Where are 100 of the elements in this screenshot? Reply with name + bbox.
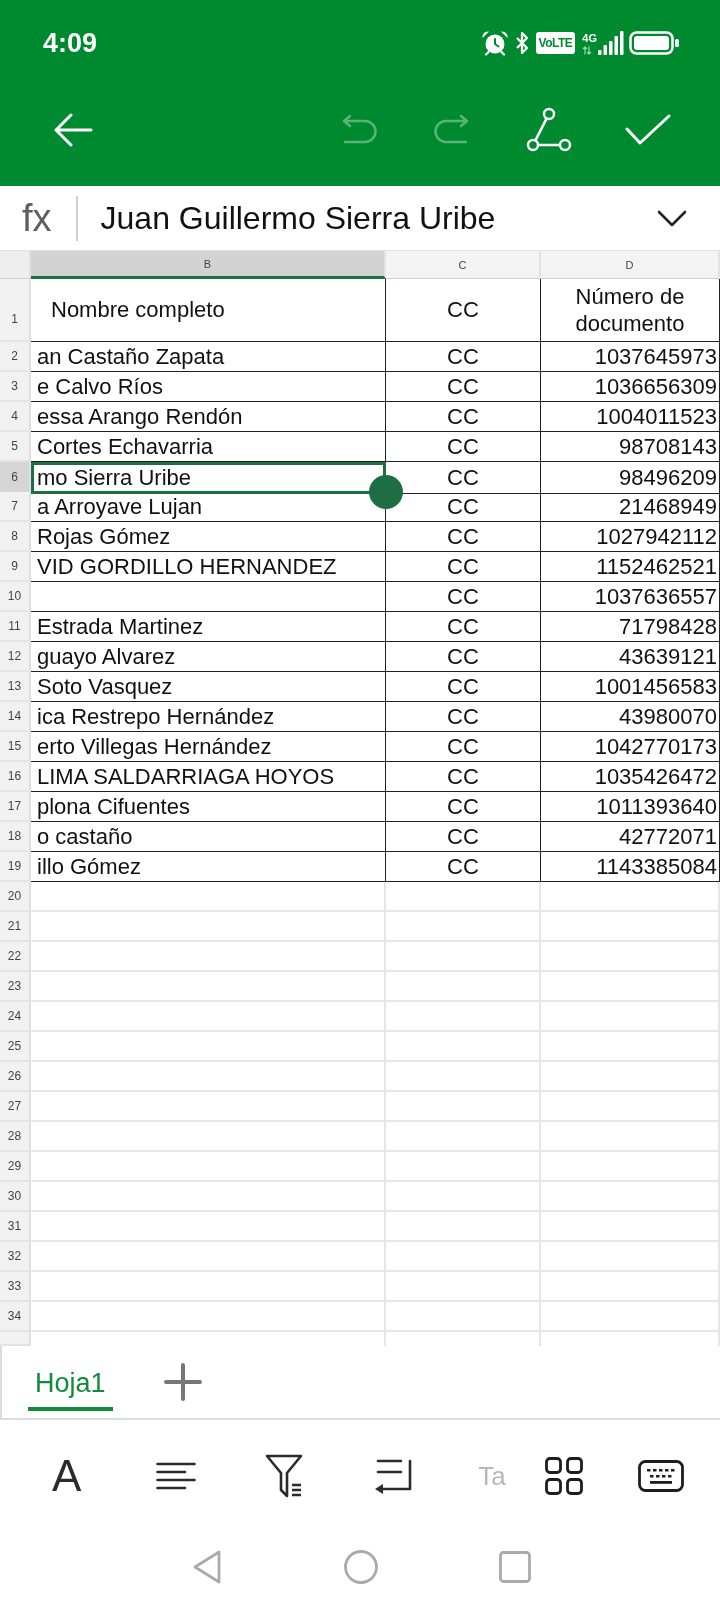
row-header[interactable]: 23 (0, 972, 31, 1002)
battery-icon (629, 31, 679, 55)
column-header[interactable]: C (386, 251, 541, 279)
table-cell: 1037645973 (541, 342, 720, 372)
row-header[interactable]: 8 (0, 522, 31, 552)
four-squares-icon[interactable] (544, 1457, 583, 1495)
row-header[interactable]: 10 (0, 582, 31, 612)
keyboard-icon[interactable] (637, 1460, 684, 1492)
bluetooth-icon (513, 30, 530, 56)
row-header[interactable]: 6 (0, 462, 31, 494)
filter-icon[interactable] (265, 1454, 304, 1498)
table-cell: CC (386, 792, 541, 822)
table-cell: Número de documento (541, 279, 720, 342)
table-cell: CC (386, 642, 541, 672)
row-header[interactable]: 12 (0, 642, 31, 672)
table-cell: Nombre completo (31, 279, 386, 342)
wrap-text-icon[interactable] (373, 1458, 414, 1494)
table-cell: CC (386, 702, 541, 732)
table-cell: CC (386, 552, 541, 582)
row-header[interactable]: 5 (0, 432, 31, 462)
row-header[interactable]: 32 (0, 1242, 31, 1272)
table-cell: CC (386, 852, 541, 882)
checkmark-icon[interactable] (625, 114, 671, 146)
row-header[interactable]: 9 (0, 552, 31, 582)
table-cell: CC (386, 342, 541, 372)
table-cell: 43980070 (541, 702, 720, 732)
row-header[interactable]: 34 (0, 1302, 31, 1332)
table-cell: 1004011523 (541, 402, 720, 432)
align-left-icon[interactable] (156, 1462, 197, 1490)
chevron-down-icon[interactable] (657, 209, 687, 227)
table-cell: 98708143 (541, 432, 720, 462)
row-header[interactable]: 18 (0, 822, 31, 852)
row-header[interactable]: 26 (0, 1062, 31, 1092)
row-header[interactable]: 13 (0, 672, 31, 702)
row-header[interactable]: 27 (0, 1092, 31, 1122)
row-header[interactable]: 17 (0, 792, 31, 822)
table-cell: 71798428 (541, 612, 720, 642)
row-header[interactable]: 24 (0, 1002, 31, 1032)
row-header[interactable]: 31 (0, 1212, 31, 1242)
plus-icon[interactable] (163, 1363, 202, 1401)
row-header[interactable]: 33 (0, 1272, 31, 1302)
table-cell: CC (386, 279, 541, 342)
table-cell: CC (386, 672, 541, 702)
selection-handle-icon[interactable] (369, 475, 403, 509)
row-header[interactable]: 1 (0, 279, 31, 342)
square-recents-icon[interactable] (499, 1551, 531, 1583)
table-cell: ica Restrepo Hernández (31, 702, 386, 732)
status-time: 4:09 (43, 27, 98, 59)
table-cell: 1027942112 (541, 522, 720, 552)
table-cell: 1042770173 (541, 732, 720, 762)
table-cell: Rojas Gómez (31, 522, 386, 552)
table-cell: 98496209 (541, 462, 720, 494)
table-cell: CC (386, 822, 541, 852)
table-cell: 43639121 (541, 642, 720, 672)
row-header[interactable]: 11 (0, 612, 31, 642)
table-cell: 1011393640 (541, 792, 720, 822)
column-header[interactable]: B (31, 251, 386, 279)
table-cell: CC (386, 732, 541, 762)
table-cell: CC (386, 762, 541, 792)
row-header[interactable]: 16 (0, 762, 31, 792)
formula-input[interactable]: Juan Guillermo Sierra Uribe (100, 199, 647, 237)
row-header[interactable]: 2 (0, 342, 31, 372)
table-cell: Soto Vasquez (31, 672, 386, 702)
column-header[interactable]: D (541, 251, 720, 279)
table-cell: 21468949 (541, 492, 720, 522)
network-type-label: 4G (582, 33, 597, 44)
row-header[interactable]: 20 (0, 882, 31, 912)
function-button[interactable]: fx (22, 199, 52, 237)
table-cell: 1152462521 (541, 552, 720, 582)
circle-home-icon[interactable] (344, 1550, 378, 1584)
table-cell: CC (386, 582, 541, 612)
row-header[interactable]: 15 (0, 732, 31, 762)
row-header[interactable]: 28 (0, 1122, 31, 1152)
row-header[interactable]: 30 (0, 1182, 31, 1212)
connected-nodes-icon[interactable] (526, 107, 572, 153)
triangle-back-icon[interactable] (192, 1549, 222, 1585)
table-cell: e Calvo Ríos (31, 372, 386, 402)
table-cell: an Castaño Zapata (31, 342, 386, 372)
row-header[interactable]: 7 (0, 492, 31, 522)
row-header[interactable]: 29 (0, 1152, 31, 1182)
table-cell: o castaño (31, 822, 386, 852)
row-header[interactable]: 22 (0, 942, 31, 972)
table-cell: VID GORDILLO HERNANDEZ (31, 552, 386, 582)
row-header[interactable]: 4 (0, 402, 31, 432)
row-header[interactable]: 19 (0, 852, 31, 882)
table-cell: Estrada Martinez (31, 612, 386, 642)
table-cell: 1037636557 (541, 582, 720, 612)
row-header[interactable]: 14 (0, 702, 31, 732)
row-header[interactable]: 25 (0, 1032, 31, 1062)
table-cell: LIMA SALDARRIAGA HOYOS (31, 762, 386, 792)
font-button[interactable]: A (52, 1454, 82, 1498)
sheet-tab[interactable]: Hoja1 (28, 1353, 113, 1411)
left-arrow-icon[interactable] (53, 113, 93, 147)
table-cell: 1036656309 (541, 372, 720, 402)
table-cell: CC (386, 402, 541, 432)
table-cell: CC (386, 492, 541, 522)
table-cell: illo Gómez (31, 852, 386, 882)
row-header[interactable]: 3 (0, 372, 31, 402)
row-header[interactable]: 21 (0, 912, 31, 942)
signal-icon (598, 31, 624, 55)
